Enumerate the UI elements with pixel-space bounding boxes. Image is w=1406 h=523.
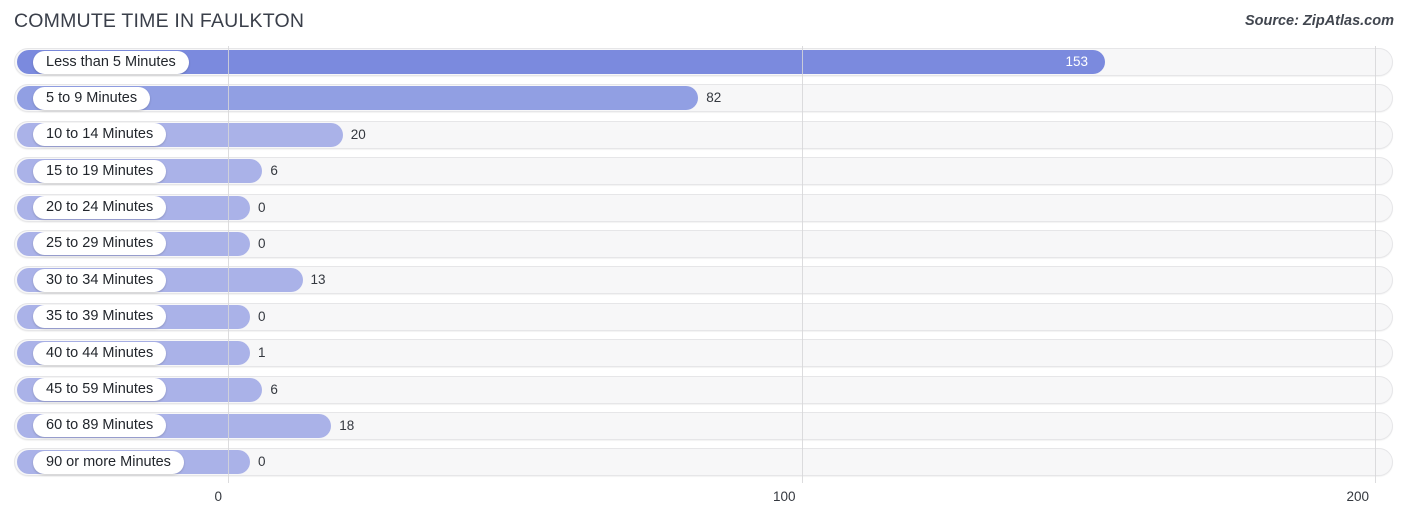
bar-category-label: Less than 5 Minutes: [33, 50, 189, 74]
bar-value-label: 1: [258, 345, 266, 361]
bar-value-label: 13: [310, 272, 326, 288]
bar-value-label: 0: [258, 235, 266, 251]
bar-category-label: 20 to 24 Minutes: [33, 196, 167, 220]
bar-rows: Less than 5 Minutes 153 5 to 9 Minutes 82 10…: [0, 46, 1406, 483]
x-axis-tick-label: 0: [214, 489, 222, 504]
bar-category-label: 90 or more Minutes: [33, 450, 184, 474]
bar-row[interactable]: 10 to 14 Minutes 20: [0, 119, 1406, 155]
source-attribution: Source: ZipAtlas.com: [1244, 13, 1394, 29]
bar-value-label: 82: [706, 90, 722, 106]
page-title: COMMUTE TIME IN FAULKTON: [14, 10, 305, 32]
bar-value-label: 6: [270, 381, 278, 397]
bar-value-label: 0: [258, 199, 266, 215]
bar-value-label: 153: [1065, 54, 1088, 69]
bar-row[interactable]: 45 to 59 Minutes 6: [0, 374, 1406, 410]
bar-category-label: 45 to 59 Minutes: [33, 378, 167, 402]
bar-category-label: 30 to 34 Minutes: [33, 268, 167, 292]
bar-row[interactable]: 30 to 34 Minutes 13: [0, 264, 1406, 300]
bar-row[interactable]: 60 to 89 Minutes 18: [0, 410, 1406, 446]
bar-category-label: 35 to 39 Minutes: [33, 305, 167, 329]
bar-row[interactable]: 25 to 29 Minutes 0: [0, 228, 1406, 264]
chart-plot-area: Less than 5 Minutes 153 5 to 9 Minutes 82 10…: [0, 46, 1406, 486]
bar-value-label: 0: [258, 454, 266, 470]
bar-category-label: 5 to 9 Minutes: [33, 86, 151, 110]
bar-value-label: 18: [339, 417, 355, 433]
x-axis-tick-label: 100: [772, 489, 796, 504]
bar-row[interactable]: 90 or more Minutes 0: [0, 446, 1406, 482]
bar-category-label: 15 to 19 Minutes: [33, 159, 167, 183]
bar-row[interactable]: 5 to 9 Minutes 82: [0, 82, 1406, 118]
bar-row[interactable]: 20 to 24 Minutes 0: [0, 192, 1406, 228]
bar-category-label: 60 to 89 Minutes: [33, 414, 167, 438]
bar-row[interactable]: Less than 5 Minutes 153: [0, 46, 1406, 82]
bar-value-label: 0: [258, 308, 266, 324]
bar-category-label: 10 to 14 Minutes: [33, 123, 167, 147]
bar-row[interactable]: 15 to 19 Minutes 6: [0, 155, 1406, 191]
bar-row[interactable]: 35 to 39 Minutes 0: [0, 301, 1406, 337]
x-axis-tick-label: 200: [1346, 489, 1369, 504]
bar-value-label: 20: [350, 126, 366, 142]
chart-header: COMMUTE TIME IN FAULKTON Source: ZipAtla…: [0, 0, 1406, 46]
x-axis: 0 100 200: [0, 486, 1406, 523]
bar-category-label: 40 to 44 Minutes: [33, 341, 167, 365]
bar-category-label: 25 to 29 Minutes: [33, 232, 167, 256]
bar-row[interactable]: 40 to 44 Minutes 1: [0, 337, 1406, 373]
bar-value-label: 6: [270, 163, 278, 179]
